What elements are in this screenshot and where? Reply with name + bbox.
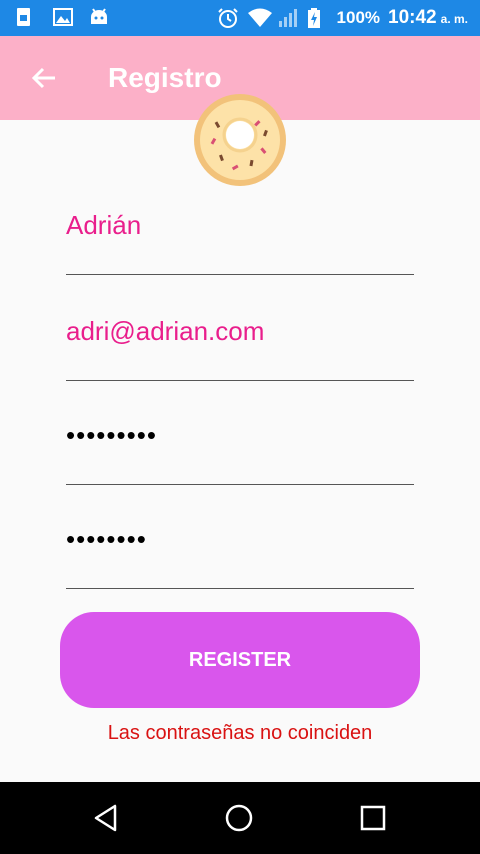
clock-ampm: a. m. [440,12,468,26]
name-underline [66,274,414,275]
nav-recents-button[interactable] [353,798,393,838]
name-field[interactable]: Adrián [66,210,414,276]
confirm-password-field[interactable]: •••••••• [66,524,414,590]
name-value: Adrián [66,210,142,240]
confirm-password-value: •••••••• [66,524,147,554]
nav-back-button[interactable] [86,798,126,838]
nav-home-button[interactable] [219,798,259,838]
android-icon [88,6,110,28]
confirm-password-underline [66,588,414,589]
register-button[interactable]: REGISTER [60,612,420,708]
battery-percentage: 100% [336,8,381,27]
square-recents-icon [360,805,386,831]
arrow-back-icon [31,67,55,89]
status-bar: 100% 10:42 a. m. [0,0,480,36]
wifi-icon [247,7,272,29]
signal-icon [277,7,299,29]
battery-charging-icon [307,7,329,29]
password-value: ••••••••• [66,420,157,450]
password-field[interactable]: ••••••••• [66,420,414,486]
circle-home-icon [225,804,253,832]
sim-card-icon [16,6,38,28]
donut-logo [190,90,290,190]
clock-time: 10:42 [388,7,437,28]
alarm-icon [217,7,239,29]
navigation-bar [0,782,480,854]
back-button[interactable] [24,58,64,98]
clock: 10:42 a. m. [388,7,468,29]
email-value: adri@adrian.com [66,316,265,346]
triangle-back-icon [94,804,117,832]
email-field[interactable]: adri@adrian.com [66,316,414,382]
error-message: Las contraseñas no coinciden [107,722,373,744]
email-underline [66,380,414,381]
password-underline [66,484,414,485]
image-icon [52,6,74,28]
